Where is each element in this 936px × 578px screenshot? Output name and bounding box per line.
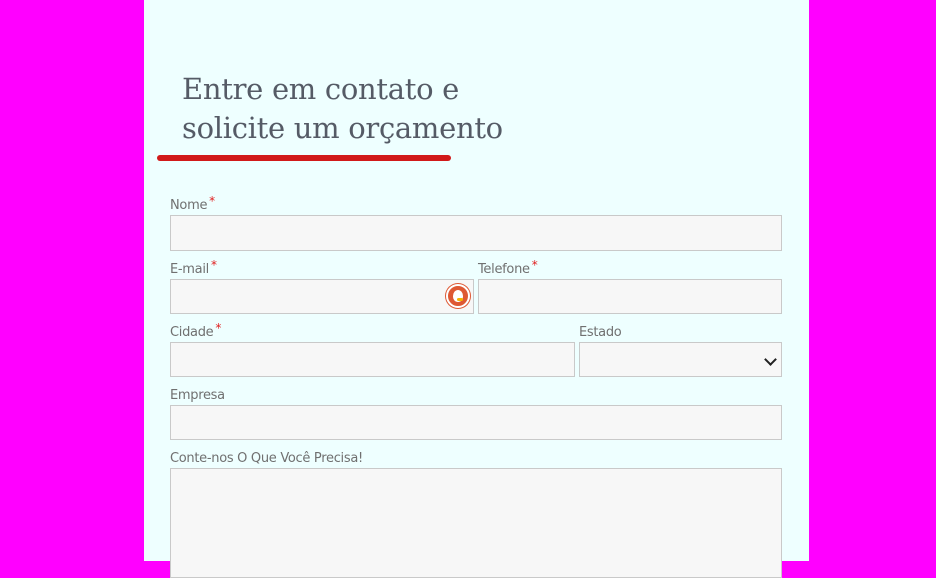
duckduckgo-icon[interactable] — [446, 284, 470, 308]
phone-label-text: Telefone — [478, 262, 530, 277]
page-title: Entre em contato e solicite um orçamento — [182, 70, 582, 148]
phone-label: Telefone * — [478, 258, 538, 277]
email-label-text: E-mail — [170, 262, 209, 277]
company-label-text: Empresa — [170, 388, 225, 403]
chevron-down-icon — [764, 353, 777, 366]
city-label-text: Cidade — [170, 325, 214, 340]
state-label-text: Estado — [579, 325, 622, 340]
message-textarea[interactable] — [170, 468, 782, 578]
title-underline — [157, 155, 451, 161]
phone-field[interactable] — [478, 279, 782, 314]
name-label-text: Nome — [170, 198, 208, 213]
state-select[interactable] — [579, 342, 782, 377]
name-label: Nome * — [170, 194, 215, 213]
title-line-2: solicite um orçamento — [182, 111, 503, 145]
message-label-text: Conte-nos O Que Você Precisa! — [170, 451, 363, 466]
required-mark: * — [210, 258, 217, 272]
company-field[interactable] — [170, 405, 782, 440]
email-field[interactable] — [170, 279, 474, 314]
title-line-1: Entre em contato e — [182, 72, 460, 106]
required-mark: * — [215, 321, 222, 335]
name-field[interactable] — [170, 215, 782, 251]
required-mark: * — [531, 258, 538, 272]
city-label: Cidade * — [170, 321, 221, 340]
message-label: Conte-nos O Que Você Precisa! — [170, 451, 363, 466]
email-label: E-mail * — [170, 258, 217, 277]
required-mark: * — [209, 194, 215, 208]
state-label: Estado — [579, 325, 622, 340]
city-field[interactable] — [170, 342, 575, 377]
company-label: Empresa — [170, 388, 225, 403]
